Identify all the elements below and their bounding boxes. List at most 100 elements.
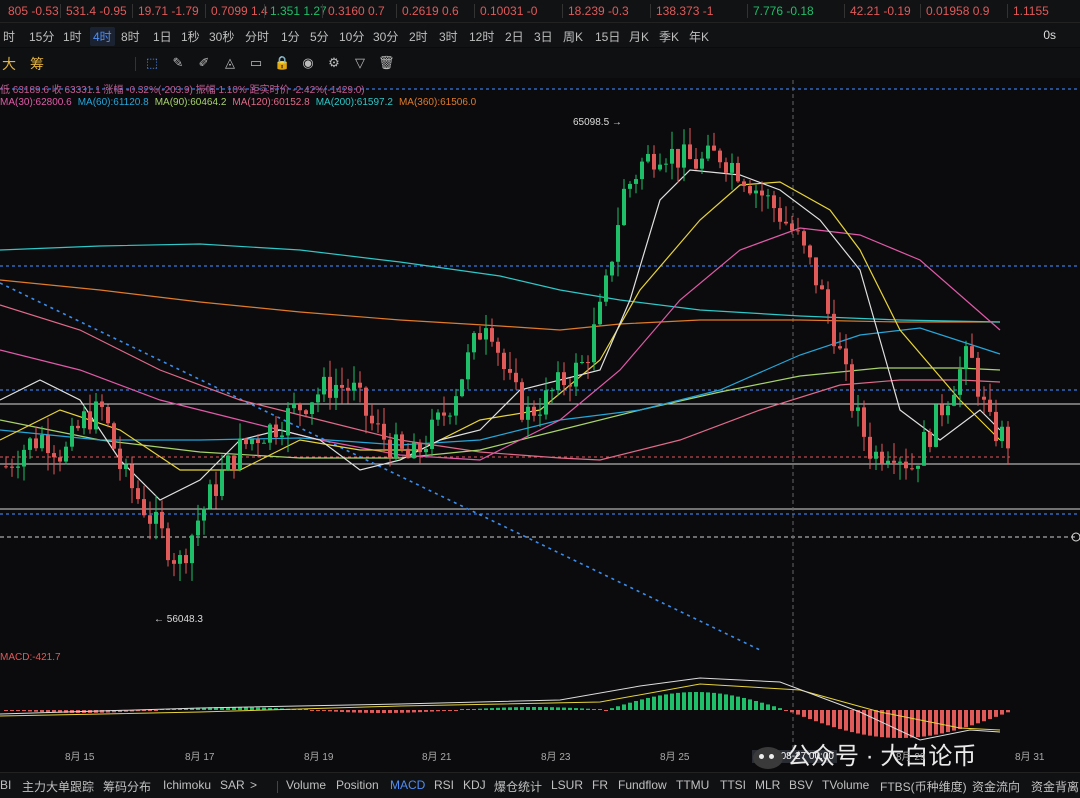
toolbar-label-a[interactable]: 大 — [2, 54, 16, 74]
eye-icon[interactable]: ◉ — [300, 55, 316, 71]
indicator-tab[interactable]: SAR — [220, 778, 245, 792]
interval-13[interactable]: 2时 — [406, 27, 431, 46]
indicator-tab[interactable]: FTBS(币种维度) — [880, 778, 967, 795]
ticker-divider — [562, 4, 563, 18]
interval-15[interactable]: 12时 — [466, 27, 497, 46]
interval-1[interactable]: 15分 — [26, 27, 57, 46]
macd-bar — [718, 693, 722, 710]
settings-icon[interactable]: ⚙ — [326, 55, 342, 71]
indicator-tab[interactable]: > — [250, 778, 257, 792]
ma-legend-item: MA(30):62800.6 — [0, 97, 72, 108]
indicator-tab[interactable]: RSI — [434, 778, 454, 792]
candle-body — [628, 183, 632, 189]
ticker-item[interactable]: 531.4 -0.95 — [66, 4, 127, 18]
candles-group — [4, 128, 1010, 581]
candle-body — [982, 396, 986, 400]
indicator-tab[interactable]: 爆仓统计 — [494, 778, 542, 795]
indicator-tab[interactable]: BI — [0, 778, 11, 792]
interval-9[interactable]: 1分 — [278, 27, 303, 46]
interval-right-text[interactable]: 0s — [1043, 28, 1056, 42]
ticker-item[interactable]: 0.3160 0.7 — [328, 4, 385, 18]
indicator-tab[interactable]: TVolume — [822, 778, 869, 792]
ma360-line — [0, 279, 1000, 331]
candle-body — [34, 438, 38, 449]
trend-line[interactable] — [0, 282, 761, 651]
indicator-tab[interactable]: 资金流向 — [972, 778, 1020, 795]
ticker-item[interactable]: 0.7099 1.4 — [211, 4, 268, 18]
ticker-item[interactable]: 805 -0.53 — [8, 4, 59, 18]
ticker-item[interactable]: 0.10031 -0 — [480, 4, 537, 18]
interval-10[interactable]: 5分 — [307, 27, 332, 46]
indicator-tab[interactable]: Fundflow — [618, 778, 667, 792]
ticker-item[interactable]: 19.71 -1.79 — [138, 4, 199, 18]
interval-4[interactable]: 8时 — [118, 27, 143, 46]
interval-3[interactable]: 4时 — [90, 27, 115, 46]
ticker-item[interactable]: 1.1155 — [1013, 4, 1049, 18]
ticker-item[interactable]: 0.01958 0.9 — [926, 4, 989, 18]
interval-20[interactable]: 月K — [626, 27, 652, 46]
trash-icon[interactable]: 🗑 — [378, 55, 395, 71]
indicator-tab[interactable]: MLR — [755, 778, 780, 792]
candle-body — [892, 460, 896, 463]
interval-0[interactable]: 时 — [0, 27, 18, 46]
candle-body — [610, 261, 614, 276]
indicator-tab[interactable]: 资金背离 — [1031, 778, 1079, 795]
indicator-tab[interactable]: TTSI — [720, 778, 746, 792]
candle-body — [928, 431, 932, 447]
cursor-icon[interactable]: ⬚ — [144, 55, 160, 71]
ticker-item[interactable]: 7.776 -0.18 — [753, 4, 814, 18]
price-chart[interactable] — [0, 78, 1080, 772]
macd-bar — [856, 710, 860, 734]
interval-6[interactable]: 1秒 — [178, 27, 203, 46]
filter-icon[interactable]: ▽ — [352, 55, 368, 71]
candle-body — [178, 555, 182, 564]
indicator-tab[interactable]: 筹码分布 — [103, 778, 151, 795]
lock-icon[interactable]: 🔒 — [274, 55, 290, 71]
ticker-item[interactable]: 0.2619 0.6 — [402, 4, 459, 18]
interval-14[interactable]: 3时 — [436, 27, 461, 46]
interval-7[interactable]: 30秒 — [206, 27, 237, 46]
candle-body — [730, 162, 734, 173]
macd-bar — [616, 706, 620, 710]
ticker-item[interactable]: 18.239 -0.3 — [568, 4, 629, 18]
ruler-icon[interactable]: ▭ — [248, 55, 264, 71]
indicator-tab[interactable]: Volume — [286, 778, 326, 792]
macd-bar — [652, 696, 656, 710]
interval-12[interactable]: 30分 — [370, 27, 401, 46]
interval-2[interactable]: 1时 — [60, 27, 85, 46]
indicator-tab[interactable]: TTMU — [676, 778, 709, 792]
interval-16[interactable]: 2日 — [502, 27, 527, 46]
indicator-tab[interactable]: 主力大单跟踪 — [22, 778, 94, 795]
candle-body — [466, 352, 470, 380]
interval-5[interactable]: 1日 — [150, 27, 175, 46]
indicator-tab[interactable]: LSUR — [551, 778, 583, 792]
indicator-tab[interactable]: Ichimoku — [163, 778, 211, 792]
compass-icon[interactable]: ◬ — [222, 55, 238, 71]
ticker-item[interactable]: 1.351 1.27 — [270, 4, 327, 18]
toolbar-label-b[interactable]: 筹 — [30, 54, 44, 74]
candle-body — [658, 164, 662, 170]
macd-bar — [424, 710, 428, 712]
candle-body — [958, 369, 962, 395]
interval-19[interactable]: 15日 — [592, 27, 623, 46]
indicator-tab[interactable]: FR — [592, 778, 608, 792]
candle-body — [670, 148, 674, 164]
indicator-tab[interactable]: Position — [336, 778, 379, 792]
interval-17[interactable]: 3日 — [531, 27, 556, 46]
interval-11[interactable]: 10分 — [336, 27, 367, 46]
candle-body — [856, 407, 860, 411]
indicator-tab[interactable]: MACD — [390, 778, 425, 792]
pencil-icon[interactable]: ✎ — [170, 55, 186, 71]
interval-18[interactable]: 周K — [560, 27, 586, 46]
interval-21[interactable]: 季K — [656, 27, 682, 46]
interval-8[interactable]: 分时 — [242, 27, 272, 46]
ticker-item[interactable]: 138.373 -1 — [656, 4, 713, 18]
indicator-tab[interactable]: KDJ — [463, 778, 486, 792]
indicator-tab[interactable]: BSV — [789, 778, 813, 792]
brush-icon[interactable]: ✐ — [196, 55, 212, 71]
ticker-item[interactable]: 42.21 -0.19 — [850, 4, 911, 18]
interval-22[interactable]: 年K — [686, 27, 712, 46]
macd-bar — [814, 710, 818, 722]
macd-bar — [916, 710, 920, 738]
macd-bar — [676, 692, 680, 710]
